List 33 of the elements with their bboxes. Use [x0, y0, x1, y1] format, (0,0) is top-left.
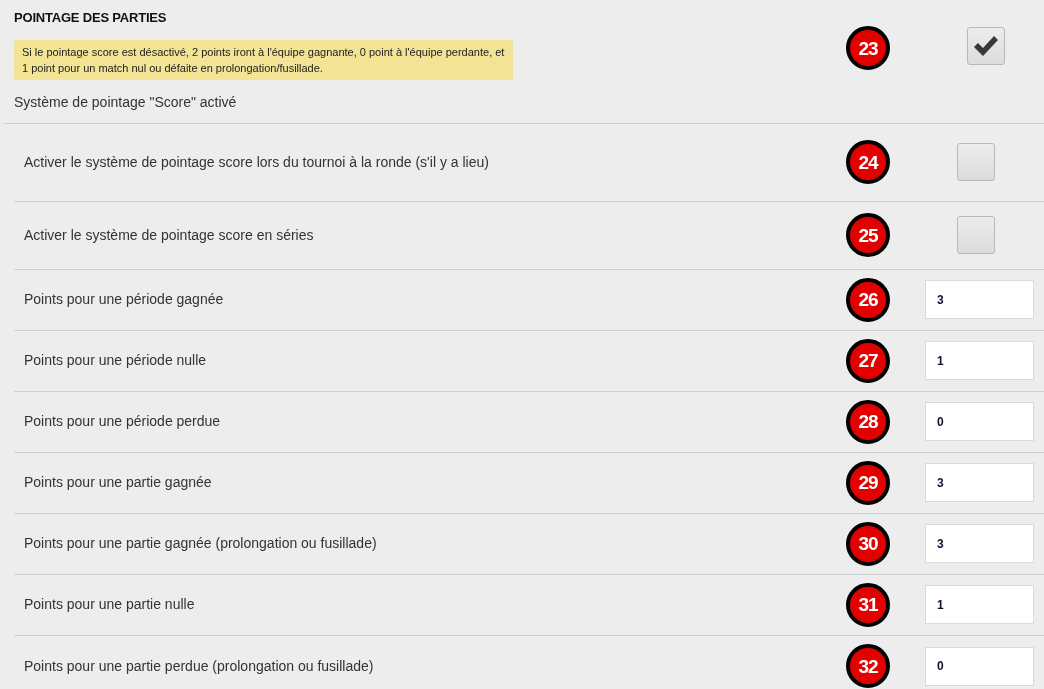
setting-label: Points pour une période nulle	[24, 351, 208, 370]
number-marker: 32	[846, 644, 890, 688]
setting-label: Activer le système de pointage score lors du tournoi à la ronde (s'il y a lieu)	[24, 152, 490, 172]
number-marker: 27	[846, 338, 890, 383]
number-marker: 31	[846, 582, 890, 627]
number-marker: 24	[846, 140, 890, 184]
setting-label: Points pour une partie nulle	[24, 595, 196, 614]
number-field[interactable]: 3	[925, 524, 1034, 563]
number-field[interactable]: 0	[925, 646, 1034, 686]
status-text: Système de pointage "Score" activé	[14, 92, 238, 112]
number-field[interactable]: 1	[925, 341, 1034, 380]
number-field[interactable]: 3	[925, 280, 1034, 319]
number-marker: 26	[846, 277, 890, 322]
setting-label: Points pour une partie gagnée (prolongation ou fusillade)	[24, 534, 378, 553]
setting-label: Points pour une période perdue	[24, 412, 222, 431]
number-marker: 25	[846, 213, 890, 257]
setting-label: Points pour une période gagnée	[24, 290, 225, 309]
number-marker: 29	[846, 460, 890, 505]
checkbox[interactable]	[957, 143, 995, 181]
setting-label: Activer le système de pointage score en séries	[24, 225, 315, 245]
section-title: POINTAGE DES PARTIES	[14, 9, 168, 27]
setting-label: Points pour une partie gagnée	[24, 473, 213, 492]
checkbox[interactable]	[967, 27, 1005, 65]
check-icon	[974, 36, 998, 56]
checkbox[interactable]	[957, 216, 995, 254]
setting-label: Points pour une partie perdue (prolongation ou fusillade)	[24, 656, 375, 676]
number-field[interactable]: 3	[925, 463, 1034, 502]
number-field[interactable]: 1	[925, 585, 1034, 624]
info-note: Si le pointage score est désactivé, 2 points iront à l'équipe gagnante, 0 point à l'équipe perdante, et 1 point pour un match nul ou défaite en prolongation/fusillade.	[14, 39, 513, 80]
number-marker: 23	[846, 26, 890, 70]
number-marker: 30	[846, 521, 890, 566]
number-marker: 28	[846, 399, 890, 444]
number-field[interactable]: 0	[925, 402, 1034, 441]
